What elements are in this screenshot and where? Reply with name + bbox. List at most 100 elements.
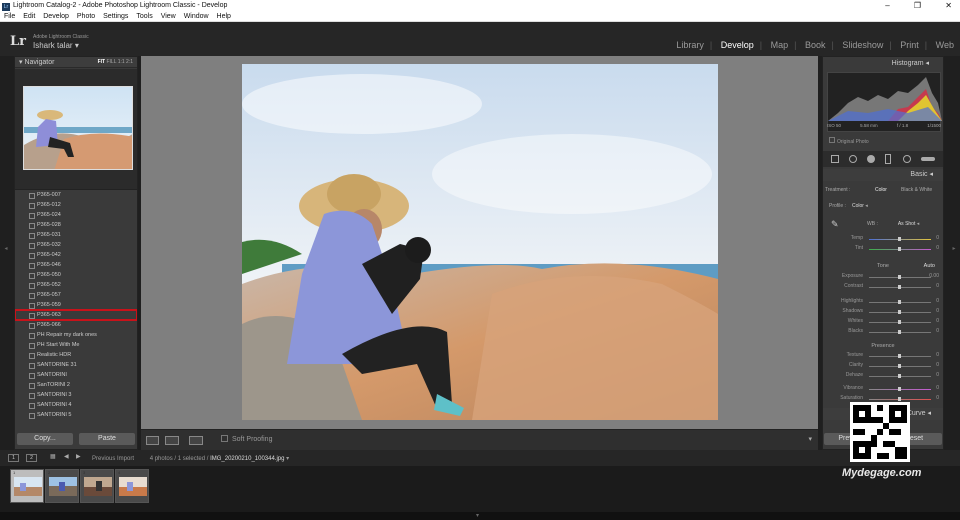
list-item[interactable]: P365-066 [15,320,137,330]
contrast-slider[interactable]: Contrast 0 [823,283,943,292]
list-item[interactable]: PH Start With Me [15,340,137,350]
main-photo[interactable] [242,64,718,420]
list-item[interactable]: P365-059 [15,300,137,310]
auto-tone-button[interactable]: Auto [924,263,935,269]
list-item[interactable]: P365-028 [15,220,137,230]
collapse-right-icon[interactable]: ▸ [950,245,958,252]
user-name[interactable]: Ishark talar ▾ [33,41,79,50]
tint-slider[interactable]: Tint 0 [823,245,943,254]
zoom-fill[interactable]: FILL [106,59,116,65]
forward-arrow-icon[interactable]: ▶ [76,453,81,460]
list-item[interactable]: P365-007 [15,190,137,200]
menu-help[interactable]: Help [217,13,231,20]
zoom-fit[interactable]: FIT [98,59,106,65]
list-item[interactable]: Realistic HDR [15,350,137,360]
list-item[interactable]: SANTORINI [15,370,137,380]
profile-row[interactable]: Profile : Color ◂ [829,203,868,209]
navigator-thumbnail[interactable] [23,86,133,170]
list-item[interactable]: P365-057 [15,290,137,300]
graduated-filter-icon[interactable] [885,154,891,164]
module-book[interactable]: Book [805,40,826,50]
grid-view-icon[interactable]: ▦ [50,453,56,460]
secondary-window-2[interactable]: 2 [26,454,37,462]
navigator-header[interactable]: ▾ Navigator FIT FILL 1:1 2:1 [15,57,137,68]
zoom-2-1[interactable]: 2:1 [126,59,133,65]
compare-view-icon[interactable] [189,436,203,445]
module-develop[interactable]: Develop [721,40,754,50]
secondary-window-1[interactable]: 1 [8,454,19,462]
histogram-title[interactable]: Histogram ◂ [892,59,929,67]
list-item[interactable]: P365-031 [15,230,137,240]
collapse-bottom-icon[interactable]: ▾ [476,512,479,519]
list-item[interactable]: P365-042 [15,250,137,260]
list-item[interactable]: SANTORINE 31 [15,360,137,370]
module-library[interactable]: Library [676,40,704,50]
filmstrip-thumb[interactable]: 4 [115,469,149,503]
loupe-view-icon[interactable] [146,436,159,445]
menu-edit[interactable]: Edit [23,13,35,20]
menu-photo[interactable]: Photo [77,13,95,20]
list-item[interactable]: PH Repair my dark ones [15,330,137,340]
crop-icon[interactable] [831,155,839,163]
before-after-icon[interactable] [165,436,179,445]
source-label[interactable]: Previous Import [92,456,134,462]
basic-panel-header[interactable]: Basic ◂ [823,169,943,181]
menu-tools[interactable]: Tools [136,13,152,20]
list-item[interactable]: SANTORINI 3 [15,390,137,400]
list-item-selected[interactable]: P365-063 [15,309,137,321]
menu-settings[interactable]: Settings [103,13,128,20]
highlights-slider[interactable]: Highlights 0 [823,298,943,307]
menu-view[interactable]: View [161,13,176,20]
toolbar-menu-icon[interactable]: ▾ [808,435,812,443]
list-item[interactable]: SANTORINI 5 [15,410,137,420]
list-item[interactable]: SanTORINI 2 [15,380,137,390]
exposure-slider[interactable]: Exposure 0.00 [823,273,943,282]
eyedropper-icon[interactable]: ✎ [831,219,841,231]
white-balance-select[interactable]: WB : As Shot ◂ [867,221,919,227]
treatment-bw[interactable]: Black & White [901,185,932,195]
module-map[interactable]: Map [771,40,789,50]
chevron-down-icon[interactable]: ▾ [286,456,289,462]
temp-slider[interactable]: Temp 0 [823,235,943,244]
whites-slider[interactable]: Whites 0 [823,318,943,327]
dehaze-slider[interactable]: Dehaze 0 [823,372,943,381]
close-icon[interactable]: ✕ [945,1,952,10]
adjustment-brush-icon[interactable] [921,157,935,161]
module-slideshow[interactable]: Slideshow [842,40,883,50]
collapse-left-icon[interactable]: ◂ [2,245,10,252]
red-eye-icon[interactable] [867,155,875,163]
spot-removal-icon[interactable] [849,155,857,163]
filmstrip-thumb[interactable]: 2 [45,469,79,503]
file-name[interactable]: IMG_20200210_100344.jpg [210,456,284,462]
vibrance-slider[interactable]: Vibrance 0 [823,385,943,394]
radial-filter-icon[interactable] [903,155,911,163]
clarity-slider[interactable]: Clarity 0 [823,362,943,371]
back-arrow-icon[interactable]: ◀ [64,453,69,460]
original-photo-checkbox[interactable]: Original Photo [829,137,869,145]
copy-button[interactable]: Copy... [17,433,73,445]
blacks-slider[interactable]: Blacks 0 [823,328,943,337]
maximize-icon[interactable]: ❐ [914,1,921,10]
list-item[interactable]: P365-050 [15,270,137,280]
shadows-slider[interactable]: Shadows 0 [823,308,943,317]
texture-slider[interactable]: Texture 0 [823,352,943,361]
app-name: Adobe Lightroom Classic [33,34,89,40]
module-web[interactable]: Web [936,40,954,50]
filmstrip-thumb[interactable]: 3 [80,469,114,503]
zoom-1-1[interactable]: 1:1 [118,59,125,65]
list-item[interactable]: SANTORINI 4 [15,400,137,410]
menu-window[interactable]: Window [184,13,209,20]
soft-proofing-checkbox[interactable]: Soft Proofing [221,435,272,443]
menu-file[interactable]: File [4,13,15,20]
filmstrip-thumb[interactable]: 1 [10,469,44,503]
treatment-color[interactable]: Color [875,185,887,195]
list-item[interactable]: P365-046 [15,260,137,270]
list-item[interactable]: P365-012 [15,200,137,210]
list-item[interactable]: P365-024 [15,210,137,220]
list-item[interactable]: P365-052 [15,280,137,290]
paste-button[interactable]: Paste [79,433,135,445]
list-item[interactable]: P365-032 [15,240,137,250]
minimize-icon[interactable]: – [885,1,889,10]
module-print[interactable]: Print [900,40,919,50]
menu-develop[interactable]: Develop [43,13,69,20]
